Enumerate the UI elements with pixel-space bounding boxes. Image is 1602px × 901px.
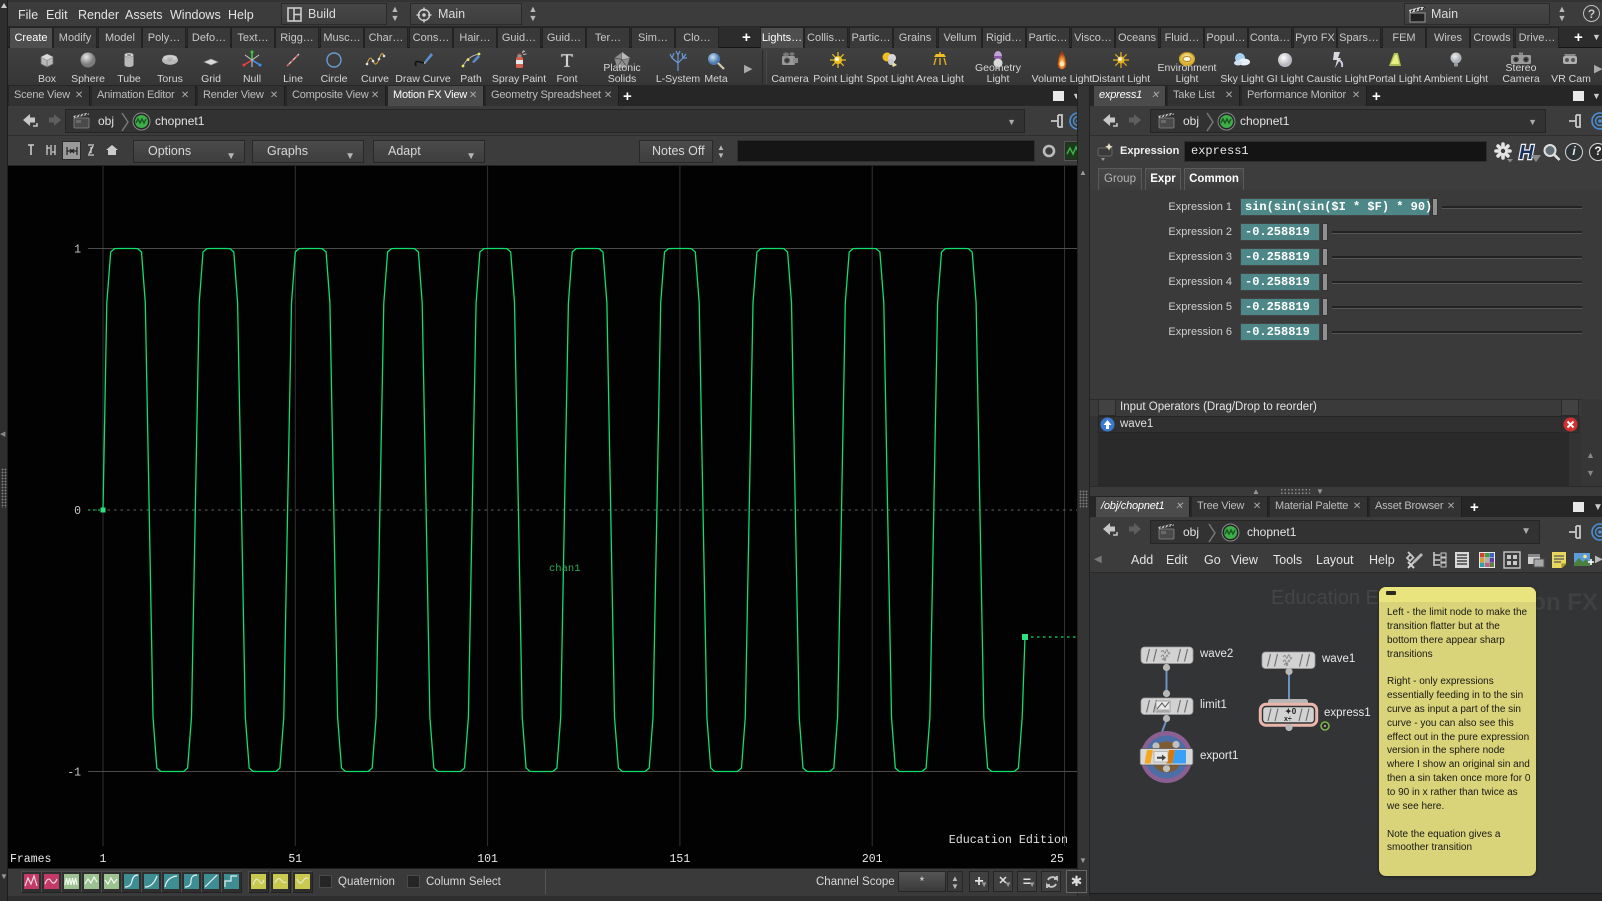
svg-text:1: 1 [74, 244, 81, 257]
svg-text:Frames: Frames [10, 853, 51, 866]
svg-text:x÷: x÷ [1284, 716, 1292, 723]
svg-text:51: 51 [288, 853, 302, 866]
svg-text:Education Edition: Education Edition [949, 833, 1068, 847]
svg-text:✦0: ✦0 [1285, 707, 1297, 716]
svg-text:101: 101 [477, 853, 498, 866]
svg-text:-1: -1 [67, 767, 81, 780]
svg-text:chan1: chan1 [549, 563, 581, 575]
svg-text:201: 201 [862, 853, 883, 866]
svg-text:25: 25 [1050, 853, 1064, 866]
svg-text:0: 0 [74, 505, 81, 518]
svg-text:1: 1 [100, 853, 107, 866]
svg-text:151: 151 [670, 853, 691, 866]
